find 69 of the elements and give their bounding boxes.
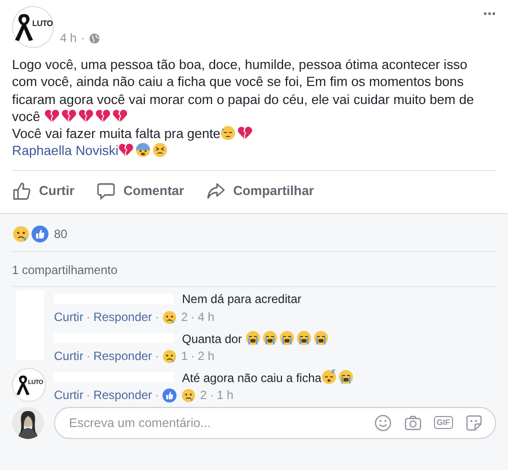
reaction-count[interactable]: 2 <box>181 310 188 324</box>
broken-heart-icon <box>44 108 60 124</box>
separator: · <box>86 310 90 324</box>
post-text: Logo você, uma pessoa tão boa, doce, humilde, pessoa ótima acontecer isso com você, ainda não caiu a ficha que você se foi, Em fim os momentos bons ficaram agora você vai morar com o papai do céu, ele vai cuidar muito bem de você <box>12 56 475 126</box>
like-link[interactable]: Curtir <box>54 388 84 402</box>
sweat-face-icon <box>220 125 236 142</box>
crying-face-icon <box>338 368 354 385</box>
speech-bubble-icon <box>96 180 116 201</box>
crying-face-icon <box>313 330 330 346</box>
reaction-count[interactable]: 80 <box>54 226 68 241</box>
sticker-icon[interactable] <box>465 414 483 432</box>
like-link[interactable]: Curtir <box>54 349 84 364</box>
reaction-count[interactable]: 1 <box>181 349 188 364</box>
crying-face-icon <box>262 330 278 346</box>
post-time[interactable]: 4 h <box>60 31 77 45</box>
sad-face-icon <box>162 348 178 364</box>
reaction-count[interactable]: 2 <box>200 388 207 402</box>
separator: · <box>210 388 214 402</box>
post-text: Você vai fazer muita falta pra gente <box>12 125 496 142</box>
camera-icon[interactable] <box>404 414 422 432</box>
like-icon <box>31 224 49 243</box>
sleeping-face-icon <box>321 368 338 385</box>
fearful-face-icon <box>135 142 152 158</box>
broken-heart-icon <box>78 108 94 124</box>
more-button[interactable]: ··· <box>483 6 496 24</box>
crying-face-icon <box>296 330 312 346</box>
broken-heart-icon <box>237 125 254 142</box>
broken-heart-icon <box>94 108 111 124</box>
sad-face-icon <box>162 310 178 325</box>
reply-link[interactable]: Responder <box>93 349 152 364</box>
comment-time[interactable]: 2 h <box>198 349 214 364</box>
share-arrow-icon <box>206 180 226 201</box>
comment-time[interactable]: 4 h <box>198 310 214 324</box>
separator: · <box>86 349 90 364</box>
sad-face-icon <box>12 224 30 243</box>
broken-heart-icon <box>60 108 77 124</box>
like-icon <box>162 388 178 403</box>
separator: · <box>190 310 195 324</box>
broken-heart-icon <box>112 108 128 124</box>
separator: · <box>155 388 160 402</box>
ribbon-avatar[interactable]: LUTO <box>12 6 54 48</box>
comment-text: Quanta dor <box>182 330 330 346</box>
separator: · <box>80 31 85 45</box>
separator: · <box>155 349 160 364</box>
globe-icon <box>88 32 100 44</box>
gif-button[interactable]: GIF <box>434 416 453 430</box>
broken-heart-icon <box>118 142 134 158</box>
reply-link[interactable]: Responder <box>93 388 152 402</box>
like-button[interactable]: Curtir <box>12 176 74 205</box>
separator: · <box>190 349 195 364</box>
thumbs-up-icon <box>12 180 32 201</box>
separator: · <box>155 310 160 324</box>
mention-link[interactable]: Raphaella Noviski <box>12 142 496 160</box>
crying-face-icon <box>279 330 296 346</box>
comment-text: Nem dá para acreditar <box>182 292 302 306</box>
share-button[interactable]: Compartilhar <box>206 176 314 205</box>
crying-face-icon <box>245 330 262 346</box>
reply-link[interactable]: Responder <box>93 310 152 324</box>
comment-field[interactable]: Escreva um comentário... GIF <box>54 406 496 439</box>
comment-time[interactable]: 1 h <box>216 388 234 402</box>
avatar-label: LUTO <box>32 18 53 28</box>
separator: · <box>86 388 90 402</box>
sad-face-icon <box>181 388 196 403</box>
like-link[interactable]: Curtir <box>54 310 84 324</box>
smiley-icon[interactable] <box>374 414 392 432</box>
comment-button[interactable]: Comentar <box>96 176 184 205</box>
share-count[interactable]: 1 compartilhamento <box>12 262 118 277</box>
comment-text: Até agora não caiu a ficha <box>182 368 356 385</box>
squinting-face-icon <box>152 142 168 158</box>
